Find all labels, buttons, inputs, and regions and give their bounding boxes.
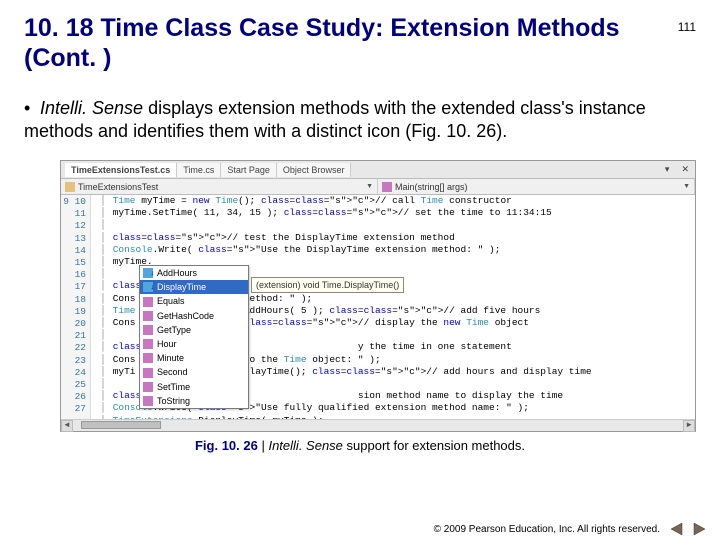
method-icon (143, 297, 153, 307)
member-dropdown[interactable]: Main(string[] args) ▼ (378, 179, 695, 194)
chevron-down-icon: ▼ (366, 183, 373, 190)
intellisense-item[interactable]: DisplayTime (140, 280, 248, 294)
copyright-text: © 2009 Pearson Education, Inc. All right… (434, 524, 660, 535)
extension-method-icon (143, 268, 153, 278)
type-dropdown[interactable]: TimeExtensionsTest ▼ (61, 179, 378, 194)
intellisense-item[interactable]: Equals (140, 294, 248, 308)
intellisense-item[interactable]: Hour (140, 337, 248, 351)
horizontal-scrollbar[interactable]: ◄ ► (61, 419, 695, 431)
intellisense-item[interactable]: SetTime (140, 380, 248, 394)
intellisense-item[interactable]: Second (140, 365, 248, 379)
method-icon (143, 311, 153, 321)
code-editor-screenshot: TimeExtensionsTest.cs Time.cs Start Page… (60, 160, 696, 432)
method-icon (143, 382, 153, 392)
intellisense-item[interactable]: ToString (140, 394, 248, 408)
close-icon[interactable]: ✕ (675, 164, 695, 175)
method-icon (143, 368, 153, 378)
method-icon (143, 339, 153, 349)
tab-menu-caret[interactable]: ▾ (659, 164, 676, 175)
method-icon (143, 353, 153, 363)
figure-caption: Fig. 10. 26 | Intelli. Sense support for… (0, 438, 720, 453)
method-icon (143, 396, 153, 406)
prev-slide-button[interactable] (668, 522, 686, 536)
next-slide-button[interactable] (690, 522, 708, 536)
intellisense-item[interactable]: Minute (140, 351, 248, 365)
extension-method-icon (143, 282, 153, 292)
bullet-text: •Intelli. Sense displays extension metho… (24, 97, 696, 142)
bullet-lead: Intelli. Sense (40, 98, 143, 118)
method-icon (382, 182, 392, 192)
intellisense-tooltip: (extension) void Time.DisplayTime() (251, 277, 404, 293)
scroll-right-icon[interactable]: ► (683, 420, 695, 432)
editor-tabbar: TimeExtensionsTest.cs Time.cs Start Page… (61, 161, 695, 179)
scroll-left-icon[interactable]: ◄ (61, 420, 73, 432)
chevron-down-icon: ▼ (683, 183, 690, 190)
code-area: │ Time myTime = new Time(); class=class=… (91, 195, 695, 419)
intellisense-item[interactable]: GetHashCode (140, 309, 248, 323)
method-icon (143, 325, 153, 335)
intellisense-popup[interactable]: AddHoursDisplayTimeEqualsGetHashCodeGetT… (139, 265, 249, 409)
intellisense-item[interactable]: AddHours (140, 266, 248, 280)
page-number: 111 (678, 14, 696, 34)
editor-tab[interactable]: Object Browser (277, 163, 352, 177)
editor-tab[interactable]: Start Page (221, 163, 277, 177)
figure-number: Fig. 10. 26 (195, 438, 258, 453)
intellisense-item[interactable]: GetType (140, 323, 248, 337)
editor-nav-dropdowns: TimeExtensionsTest ▼ Main(string[] args)… (61, 179, 695, 195)
editor-tab-active[interactable]: TimeExtensionsTest.cs (65, 163, 177, 177)
editor-tab[interactable]: Time.cs (177, 163, 221, 177)
line-number-gutter: 9 10 11 12 13 14 15 16 17 18 19 20 21 22… (61, 195, 91, 419)
class-icon (65, 182, 75, 192)
slide-title: 10. 18 Time Class Case Study: Extension … (24, 14, 666, 73)
scrollbar-thumb[interactable] (81, 421, 161, 429)
